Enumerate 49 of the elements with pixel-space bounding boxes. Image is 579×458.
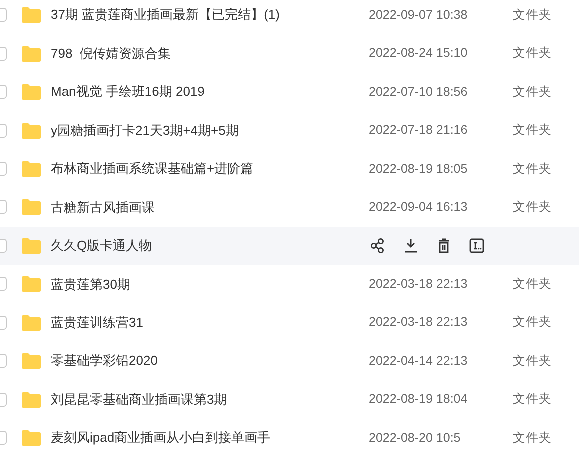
modified-date: 2022-08-20 10:5 <box>369 430 462 447</box>
file-name[interactable]: 零基础学彩铅2020 <box>51 351 369 371</box>
file-type: 文件夹 <box>513 276 552 293</box>
file-name[interactable]: Man视觉 手绘班16期 2019 <box>51 82 369 102</box>
folder-icon <box>22 199 41 216</box>
file-name[interactable]: 37期 蓝贵莲商业插画最新【已完结】(1) <box>51 5 369 25</box>
file-type: 文件夹 <box>513 45 552 62</box>
folder-icon <box>22 276 41 292</box>
folder-icon <box>22 353 41 370</box>
file-name[interactable]: 布林商业插画系统课基础篇+进阶篇 <box>51 159 369 179</box>
modified-date: 2022-09-07 10:38 <box>369 6 469 24</box>
modified-date: 2022-08-24 15:10 <box>369 45 469 62</box>
file-type: 文件夹 <box>513 199 552 216</box>
file-type: 文件夹 <box>513 430 552 447</box>
folder-icon <box>22 430 41 446</box>
file-name[interactable]: 古糖新古风插画课 <box>51 198 369 218</box>
share-icon[interactable] <box>370 238 386 254</box>
file-type: 文件夹 <box>513 84 552 101</box>
file-type: 文件夹 <box>513 6 552 24</box>
folder-icon <box>22 314 41 331</box>
folder-icon <box>22 392 41 408</box>
folder-icon <box>22 46 41 62</box>
file-name[interactable]: 798 倪传婧资源合集 <box>51 44 369 64</box>
file-type: 文件夹 <box>513 314 552 332</box>
folder-icon <box>22 7 41 24</box>
folder-icon <box>22 122 41 139</box>
modified-date: 2022-03-18 22:13 <box>369 314 469 332</box>
modified-date: 2022-04-14 22:13 <box>369 352 469 370</box>
file-name[interactable]: 刘昆昆零基础商业插画课第3期 <box>51 390 369 410</box>
file-name[interactable]: 蓝贵莲第30期 <box>51 274 369 294</box>
folder-icon <box>22 238 41 254</box>
folder-icon <box>22 84 41 100</box>
file-name[interactable]: 麦刻风ipad商业插画从小白到接单画手 <box>51 428 369 448</box>
rename-icon[interactable] <box>469 238 485 254</box>
download-icon[interactable] <box>403 238 419 254</box>
modified-date: 2022-08-19 18:05 <box>369 160 469 178</box>
modified-date: 2022-07-18 21:16 <box>369 122 469 140</box>
folder-icon <box>22 160 41 177</box>
modified-date: 2022-08-19 18:04 <box>369 391 469 408</box>
file-type: 文件夹 <box>513 352 552 370</box>
file-type: 文件夹 <box>513 122 552 140</box>
modified-date: 2022-07-10 18:56 <box>369 84 469 101</box>
file-name[interactable]: 蓝贵莲训练营31 <box>51 312 369 332</box>
file-name[interactable]: y园糖插画打卡21天3期+4期+5期 <box>51 120 369 140</box>
file-type: 文件夹 <box>513 160 552 178</box>
modified-date: 2022-09-04 16:13 <box>369 199 469 216</box>
file-type: 文件夹 <box>513 391 552 408</box>
modified-date: 2022-03-18 22:13 <box>369 276 469 293</box>
trash-icon[interactable] <box>436 238 452 254</box>
